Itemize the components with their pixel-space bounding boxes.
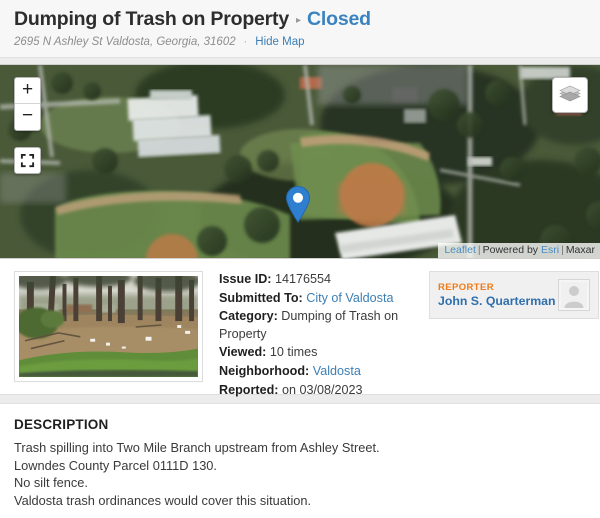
description-line: No silt fence.: [14, 475, 88, 490]
fullscreen-icon: [20, 153, 35, 168]
status-badge: Closed: [307, 8, 371, 30]
issue-photo-thumbnail[interactable]: [19, 276, 198, 377]
layers-button[interactable]: [552, 77, 588, 113]
description-line: Trash spilling into Two Mile Branch upst…: [14, 440, 380, 455]
meta-label-issue-id: Issue ID:: [219, 272, 272, 286]
attribution-separator-1: |: [477, 244, 481, 256]
user-avatar-placeholder-icon: [561, 282, 587, 308]
meta-row-submitted-to: Submitted To: City of Valdosta: [219, 290, 415, 308]
esri-link[interactable]: Esri: [541, 244, 559, 256]
map-marker-icon: [285, 186, 311, 223]
reporter-text-group: REPORTER John S. Quarterman: [438, 282, 558, 309]
meta-row-issue-id: Issue ID: 14176554: [219, 271, 415, 289]
description-heading: DESCRIPTION: [14, 417, 109, 432]
issue-meta-list: Issue ID: 14176554 Submitted To: City of…: [219, 271, 415, 400]
meta-row-reported: Reported: on 03/08/2023: [219, 382, 415, 400]
map-attribution: Leaflet | Powered by Esri | Maxar: [438, 243, 600, 258]
hide-map-link[interactable]: Hide Map: [255, 36, 304, 48]
layers-icon: [559, 85, 581, 102]
subtitle-row: 2695 N Ashley St Valdosta, Georgia, 3160…: [14, 36, 586, 48]
attribution-separator-2: |: [561, 244, 564, 256]
meta-row-category: Category: Dumping of Trash on Property: [219, 308, 415, 343]
meta-value-neighborhood[interactable]: Valdosta: [313, 364, 361, 378]
fullscreen-button[interactable]: [14, 147, 41, 174]
map-container[interactable]: + − Leaflet | Powered by Esri | Maxar: [0, 64, 600, 259]
issue-detail-page: Dumping of Trash on Property ▸ Closed 26…: [0, 0, 600, 518]
meta-label-neighborhood: Neighborhood:: [219, 363, 310, 378]
reporter-name-link[interactable]: John S. Quarterman: [438, 294, 558, 309]
meta-value-reported: on 03/08/2023: [281, 382, 363, 397]
page-header: Dumping of Trash on Property ▸ Closed 26…: [0, 0, 600, 58]
description-card: DESCRIPTION Trash spilling into Two Mile…: [0, 403, 600, 518]
meta-value-issue-id: 14176554: [275, 272, 332, 286]
issue-address: 2695 N Ashley St Valdosta, Georgia, 3160…: [14, 36, 236, 48]
meta-label-reported: Reported:: [219, 382, 279, 397]
title-row: Dumping of Trash on Property ▸ Closed: [14, 8, 586, 31]
meta-row-viewed: Viewed: 10 times: [219, 344, 415, 362]
meta-row-neighborhood: Neighborhood: Valdosta: [219, 363, 415, 381]
issue-detail-card: Issue ID: 14176554 Submitted To: City of…: [0, 259, 600, 397]
meta-label-submitted-to: Submitted To:: [219, 290, 303, 305]
avatar[interactable]: [558, 279, 590, 311]
map-zoom-controls[interactable]: + −: [14, 77, 41, 131]
meta-value-viewed: 10 times: [269, 345, 318, 360]
zoom-in-button[interactable]: +: [15, 78, 40, 104]
reporter-card: REPORTER John S. Quarterman: [429, 271, 599, 319]
zoom-out-button[interactable]: −: [15, 104, 40, 130]
description-line: Lowndes County Parcel 0111D 130.: [14, 457, 217, 473]
page-title: Dumping of Trash on Property: [14, 8, 289, 30]
triangle-right-icon: ▸: [296, 15, 302, 26]
meta-value-submitted-to[interactable]: City of Valdosta: [306, 291, 393, 305]
maxar-label: Maxar: [565, 244, 595, 256]
map-marker[interactable]: [285, 185, 311, 228]
description-line: Valdosta trash ordinances would cover th…: [14, 492, 312, 508]
powered-by-label: Powered by: [482, 244, 539, 256]
map-satellite-imagery[interactable]: [0, 65, 600, 259]
reporter-label: REPORTER: [438, 281, 494, 293]
meta-label-viewed: Viewed:: [219, 345, 267, 360]
meta-label-category: Category:: [219, 309, 278, 324]
leaflet-link[interactable]: Leaflet: [444, 244, 476, 256]
issue-photo-frame[interactable]: [14, 271, 203, 382]
bullet-separator-icon: ·: [243, 36, 248, 48]
